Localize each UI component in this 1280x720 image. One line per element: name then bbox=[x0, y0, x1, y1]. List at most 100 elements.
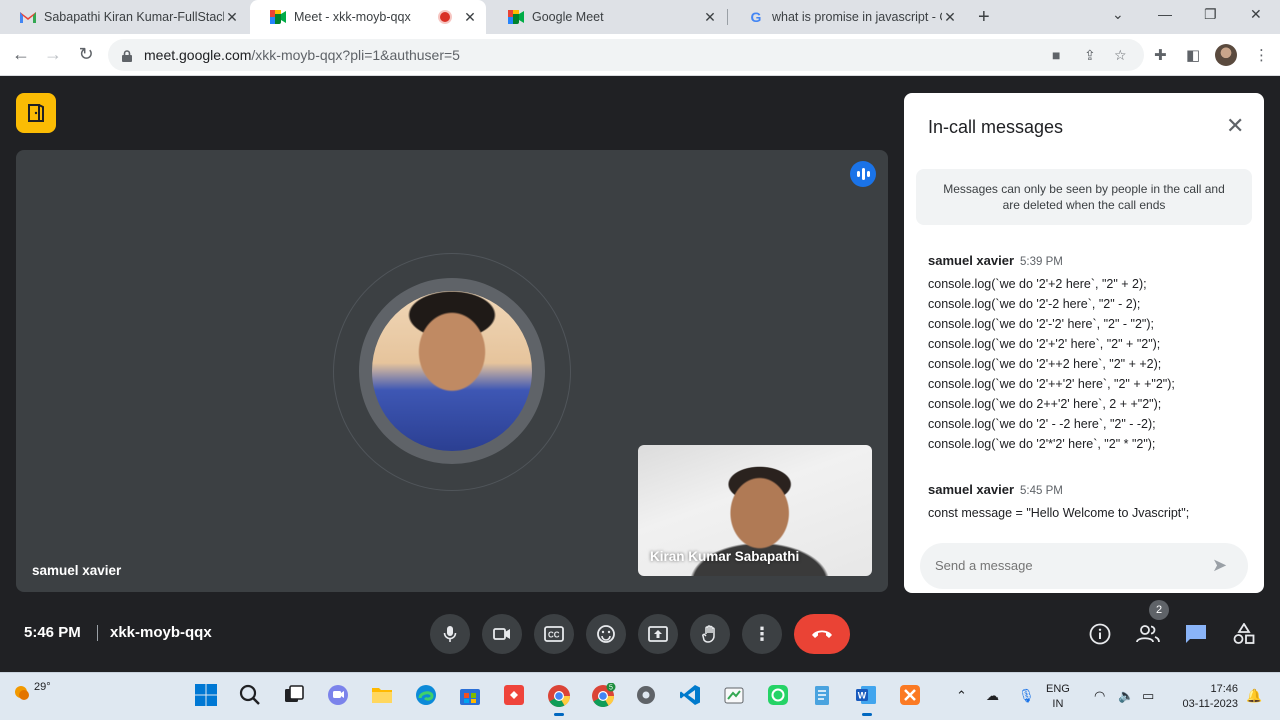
meeting-details-button[interactable] bbox=[1087, 621, 1113, 647]
chat-button[interactable] bbox=[1183, 621, 1209, 647]
show-hidden-icons[interactable]: ⌃ bbox=[956, 688, 967, 704]
tab-gmail[interactable]: Sabapathi Kiran Kumar-FullStack ✕ bbox=[0, 0, 248, 34]
self-participant-name: Kiran Kumar Sabapathi bbox=[650, 549, 800, 564]
present-screen-button[interactable] bbox=[638, 614, 678, 654]
teams-chat-icon[interactable] bbox=[326, 683, 352, 709]
message-group: samuel xavier 5:39 PM console.log(`we do … bbox=[928, 253, 1248, 454]
reactions-button[interactable] bbox=[586, 614, 626, 654]
message-header: samuel xavier 5:39 PM bbox=[928, 253, 1248, 268]
paint-icon[interactable] bbox=[722, 683, 748, 709]
task-view-icon[interactable] bbox=[282, 683, 308, 709]
close-icon[interactable]: ✕ bbox=[1226, 113, 1244, 139]
meeting-clock: 5:46 PM bbox=[24, 624, 81, 641]
send-message-input[interactable] bbox=[935, 558, 1195, 573]
restore-icon[interactable]: ❐ bbox=[1204, 6, 1217, 23]
back-icon[interactable]: ← bbox=[10, 44, 32, 65]
word-icon[interactable]: W bbox=[854, 683, 880, 716]
new-tab-button[interactable]: + bbox=[978, 6, 990, 29]
svg-text:CC: CC bbox=[548, 631, 560, 640]
microphone-tray-icon[interactable]: 🎙 bbox=[1018, 688, 1035, 704]
message-line: console.log(`we do 2++'2' here`, 2 + +"2… bbox=[928, 397, 1162, 411]
people-count-badge: 2 bbox=[1149, 600, 1169, 620]
tab-search-icon[interactable]: ⌄ bbox=[1112, 6, 1124, 23]
volume-icon[interactable]: 🔈 bbox=[1118, 688, 1134, 704]
reload-icon[interactable]: ↻ bbox=[75, 44, 97, 65]
whatsapp-icon[interactable] bbox=[766, 683, 792, 709]
weather-temperature: 29° bbox=[34, 681, 51, 693]
edge-browser-icon[interactable] bbox=[414, 683, 440, 709]
notepad-icon[interactable] bbox=[810, 683, 836, 709]
language-code: ENG bbox=[1046, 683, 1070, 695]
side-panel-icon[interactable]: ◧ bbox=[1186, 46, 1200, 64]
share-icon[interactable]: ⇪ bbox=[1084, 47, 1096, 64]
settings-gear-icon[interactable] bbox=[634, 683, 660, 709]
people-icon bbox=[1136, 625, 1160, 643]
close-icon[interactable]: ✕ bbox=[462, 9, 478, 26]
info-icon bbox=[1089, 623, 1111, 645]
captions-button[interactable]: CC bbox=[534, 614, 574, 654]
url-text: meet.google.com/xkk-moyb-qqx?pli=1&authu… bbox=[144, 47, 460, 63]
search-icon[interactable] bbox=[238, 683, 264, 709]
chrome-profile-icon[interactable]: 5 bbox=[590, 682, 616, 709]
microsoft-store-icon[interactable] bbox=[458, 683, 484, 709]
close-icon[interactable]: ✕ bbox=[702, 9, 718, 26]
system-date: 03-11-2023 bbox=[1182, 698, 1238, 710]
recording-icon bbox=[440, 12, 450, 22]
notification-bell-icon[interactable]: 🔔 bbox=[1246, 688, 1262, 704]
hand-icon bbox=[702, 625, 715, 643]
camera-icon[interactable]: ■ bbox=[1052, 47, 1060, 63]
system-time: 17:46 bbox=[1210, 683, 1238, 695]
tab-google-search[interactable]: G what is promise in javascript - G ✕ bbox=[728, 0, 966, 34]
wifi-icon[interactable]: ◠ bbox=[1094, 688, 1105, 704]
forward-icon[interactable]: → bbox=[42, 44, 64, 65]
svg-text:W: W bbox=[858, 691, 867, 701]
activities-icon bbox=[1233, 623, 1255, 644]
more-menu-icon[interactable]: ⋮ bbox=[1254, 46, 1269, 64]
address-bar[interactable]: meet.google.com/xkk-moyb-qqx?pli=1&authu… bbox=[108, 39, 1144, 71]
windows-start-icon[interactable] bbox=[194, 683, 220, 709]
system-clock[interactable]: 17:46 03-11-2023 bbox=[1172, 682, 1238, 712]
close-window-icon[interactable]: ✕ bbox=[1250, 6, 1262, 23]
send-icon[interactable]: ➤ bbox=[1212, 555, 1227, 576]
close-icon[interactable]: ✕ bbox=[942, 9, 958, 26]
chrome-icon[interactable] bbox=[546, 683, 572, 716]
anydesk-icon[interactable] bbox=[502, 683, 528, 709]
language-indicator[interactable]: ENG IN bbox=[1046, 682, 1070, 712]
tab-meet-active[interactable]: Meet - xkk-moyb-qqx ✕ bbox=[250, 0, 486, 34]
more-options-button[interactable]: ⋮ bbox=[742, 614, 782, 654]
battery-icon[interactable]: ▭ bbox=[1142, 688, 1154, 704]
message-line: console.log(`we do '2'+2 here`, "2" + 2)… bbox=[928, 277, 1147, 291]
speaking-indicator-icon bbox=[850, 161, 876, 187]
close-icon[interactable]: ✕ bbox=[224, 9, 240, 26]
companion-mode-icon[interactable] bbox=[16, 93, 56, 133]
vpn-cloud-icon[interactable]: ☁ bbox=[986, 688, 999, 704]
meet-icon bbox=[270, 9, 286, 25]
file-explorer-icon[interactable] bbox=[370, 683, 396, 709]
microphone-button[interactable] bbox=[430, 614, 470, 654]
chat-icon bbox=[1186, 625, 1206, 643]
extensions-icon[interactable]: ✚ bbox=[1154, 46, 1167, 64]
message-time: 5:45 PM bbox=[1020, 485, 1063, 497]
activities-button[interactable] bbox=[1231, 621, 1257, 647]
xampp-icon[interactable] bbox=[898, 683, 924, 709]
message-header: samuel xavier 5:45 PM bbox=[928, 482, 1248, 497]
profile-avatar[interactable] bbox=[1215, 44, 1237, 66]
vscode-icon[interactable] bbox=[678, 683, 704, 709]
leave-call-button[interactable] bbox=[794, 614, 850, 654]
minimize-icon[interactable]: — bbox=[1158, 6, 1172, 22]
hang-up-icon bbox=[812, 630, 832, 638]
bookmark-star-icon[interactable]: ☆ bbox=[1114, 47, 1127, 64]
people-button[interactable] bbox=[1135, 621, 1161, 647]
camera-button[interactable] bbox=[482, 614, 522, 654]
weather-widget[interactable]: 29° bbox=[10, 681, 51, 703]
divider bbox=[97, 625, 98, 641]
raise-hand-button[interactable] bbox=[690, 614, 730, 654]
tab-google-meet[interactable]: Google Meet ✕ bbox=[488, 0, 726, 34]
message-line: console.log(`we do '2'+'2' here`, "2" + … bbox=[928, 337, 1161, 351]
message-line: console.log(`we do '2' - -2 here`, "2" -… bbox=[928, 417, 1156, 431]
gmail-icon bbox=[20, 9, 36, 25]
emoji-icon bbox=[597, 625, 615, 643]
language-region: IN bbox=[1052, 698, 1064, 710]
browser-tab-strip: Sabapathi Kiran Kumar-FullStack ✕ Meet -… bbox=[0, 0, 1280, 34]
weather-sun-icon bbox=[15, 686, 29, 700]
